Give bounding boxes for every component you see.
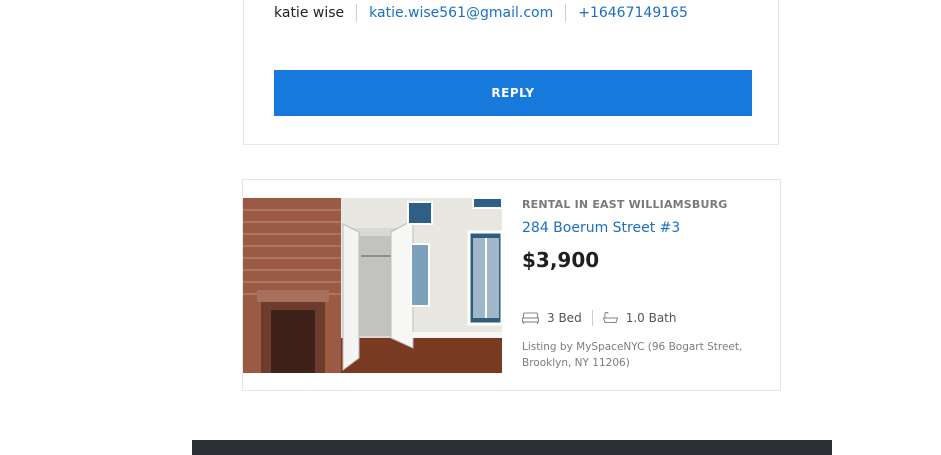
listing-type-label: RENTAL IN EAST WILLIAMSBURG — [522, 198, 728, 211]
listing-features: 3 Bed 1.0 Bath — [522, 309, 676, 327]
divider — [356, 4, 358, 22]
listing-title-link[interactable]: 284 Boerum Street #3 — [522, 220, 680, 236]
bathtub-icon — [602, 312, 618, 324]
listing-agent-info: Listing by MySpaceNYC (96 Bogart Street,… — [522, 341, 743, 369]
page-footer — [192, 440, 832, 455]
bed-icon — [522, 312, 539, 324]
contact-email-link[interactable]: katie.wise561@gmail.com — [369, 5, 553, 21]
listing-price: $3,900 — [522, 248, 600, 272]
contact-row: katie wise katie.wise561@gmail.com +1646… — [274, 3, 688, 23]
contact-name: katie wise — [274, 5, 345, 21]
beds-count: 3 Bed — [547, 311, 582, 325]
baths-count: 1.0 Bath — [625, 311, 677, 325]
listing-photo[interactable] — [243, 198, 502, 373]
divider — [565, 4, 567, 22]
contact-phone-link[interactable]: +16467149165 — [578, 5, 688, 21]
divider — [591, 310, 593, 326]
reply-button[interactable]: REPLY — [274, 70, 752, 116]
